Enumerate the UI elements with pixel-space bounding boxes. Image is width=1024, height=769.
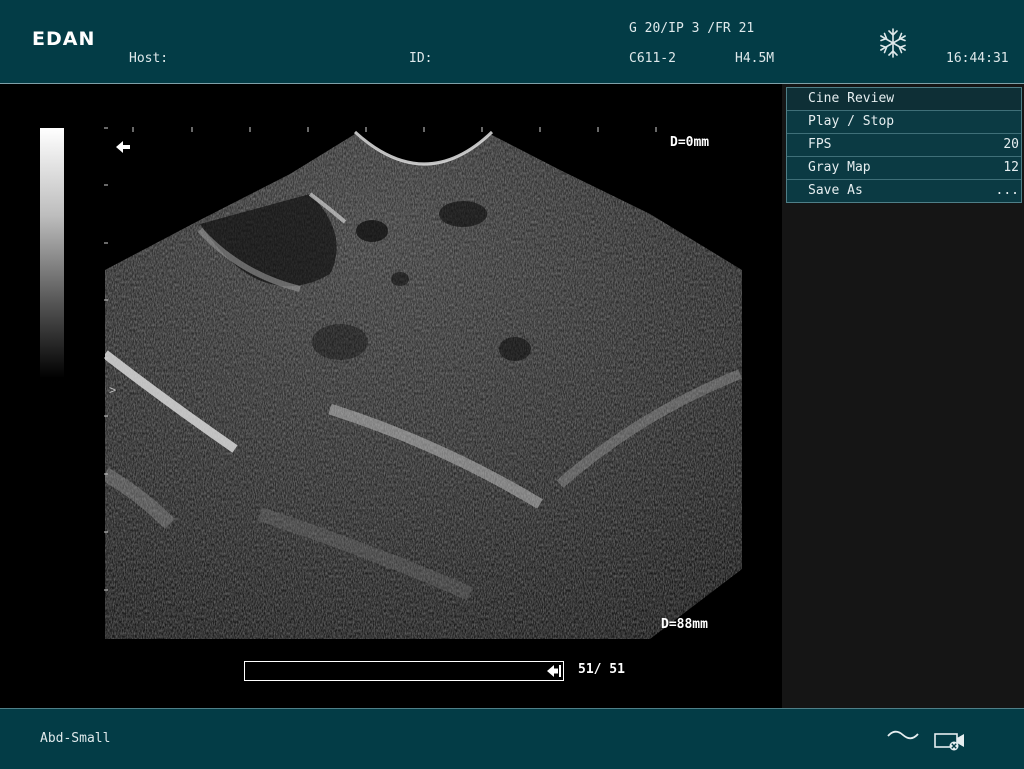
focus-marker: > — [109, 383, 116, 397]
menu-item-value: 12 — [1003, 160, 1019, 175]
menu-item-gray-map[interactable]: Gray Map 12 — [787, 157, 1021, 180]
menu-item-label: Save As — [808, 183, 863, 198]
menu-item-value: 20 — [1003, 137, 1019, 152]
gray-scale-bar — [40, 128, 64, 378]
menu-item-fps[interactable]: FPS 20 — [787, 134, 1021, 157]
imaging-params: G 20/IP 3 /FR 21 — [629, 21, 755, 36]
probe-frequency: H4.5M — [735, 51, 775, 66]
video-record-icon[interactable] — [933, 729, 967, 751]
arrow-left-icon — [116, 141, 130, 153]
probe-model: C611-2 — [629, 51, 676, 66]
menu-item-label: Play / Stop — [808, 114, 895, 129]
bottom-bar: Abd-Small — [0, 708, 1024, 769]
patient-id-label: ID: — [409, 51, 433, 66]
ultrasound-image[interactable]: > — [0, 84, 782, 708]
top-bar: EDAN Host: ID: G 20/IP 3 /FR 21 C611-2 H… — [0, 0, 1024, 84]
cine-review-menu: Cine Review Play / Stop FPS 20 Gray Map … — [786, 87, 1022, 203]
depth-top-label: D=0mm — [670, 135, 710, 150]
menu-item-label: Gray Map — [808, 160, 871, 175]
wave-icon — [887, 730, 919, 740]
brand-logo: EDAN — [32, 28, 96, 50]
menu-item-play-stop[interactable]: Play / Stop — [787, 111, 1021, 134]
menu-title: Cine Review — [787, 88, 1021, 111]
cine-progress-bar[interactable] — [244, 661, 564, 681]
menu-item-save-as[interactable]: Save As ... — [787, 180, 1021, 202]
menu-item-label: FPS — [808, 137, 832, 152]
arrow-to-end-icon[interactable] — [546, 664, 562, 678]
depth-bottom-label: D=88mm — [661, 617, 708, 632]
snowflake-icon — [880, 28, 906, 58]
exam-preset[interactable]: Abd-Small — [40, 731, 110, 746]
frame-counter: 51/ 51 — [578, 662, 625, 677]
host-label: Host: — [129, 51, 169, 66]
clock: 16:44:31 — [946, 51, 1009, 66]
menu-item-value: ... — [995, 183, 1019, 198]
menu-title-label: Cine Review — [808, 91, 895, 106]
